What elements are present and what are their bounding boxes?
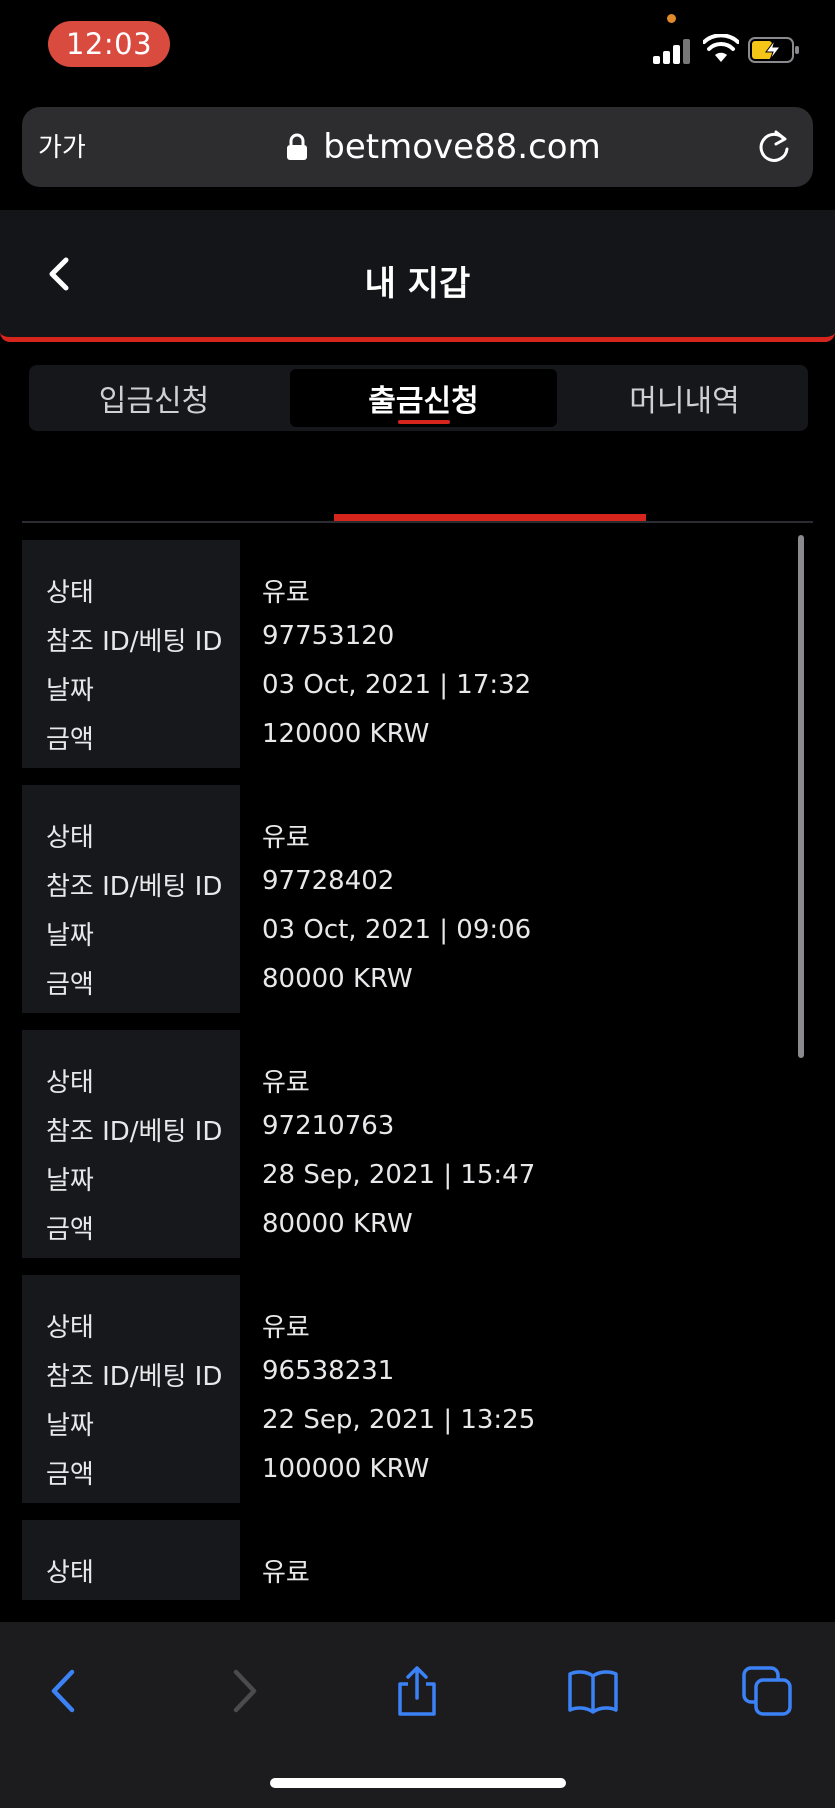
forward-arrow-icon[interactable] — [216, 1664, 270, 1718]
reference-id-label: 참조 ID/베팅 ID — [46, 1362, 223, 1392]
page-title: 내 지갑 — [364, 264, 471, 304]
tab-label: 입금신청 — [98, 384, 210, 419]
reference-id-value: 97210763 — [262, 1111, 395, 1141]
reference-id-label: 참조 ID/베팅 ID — [46, 627, 223, 657]
tab-label: 머니내역 — [629, 384, 740, 419]
text-size-button[interactable]: 가가 — [38, 127, 86, 164]
share-icon[interactable] — [390, 1664, 444, 1718]
tab-deposit[interactable]: 입금신청 — [29, 369, 279, 427]
amount-label: 금액 — [46, 970, 94, 1000]
date-label: 날짜 — [46, 1411, 94, 1441]
camera-indicator-icon — [667, 14, 676, 23]
amount-label: 금액 — [46, 725, 94, 755]
tabs-icon[interactable] — [740, 1664, 794, 1718]
amount-label: 금액 — [46, 1215, 94, 1245]
wifi-icon — [703, 34, 739, 62]
status-label: 상태 — [46, 1068, 94, 1098]
back-arrow-icon[interactable] — [38, 1664, 92, 1718]
amount-value: 80000 KRW — [262, 964, 413, 994]
status-label: 상태 — [46, 1558, 94, 1588]
reload-icon[interactable] — [754, 127, 794, 167]
section-divider — [22, 521, 813, 523]
url-text[interactable]: betmove88.com — [302, 127, 622, 167]
tab-withdraw[interactable]: 출금신청 — [290, 369, 557, 427]
status-value: 유료 — [262, 1313, 310, 1343]
status-bar: 12:03 — [0, 0, 835, 100]
amount-value: 80000 KRW — [262, 1209, 413, 1239]
date-label: 날짜 — [46, 921, 94, 951]
date-value: 03 Oct, 2021 | 09:06 — [262, 915, 532, 945]
date-value: 22 Sep, 2021 | 13:25 — [262, 1405, 536, 1435]
tab-money-history[interactable]: 머니내역 — [561, 369, 808, 427]
status-label: 상태 — [46, 578, 94, 608]
withdrawal-records[interactable]: 상태 유료 참조 ID/베팅 ID 97753120 날짜 03 Oct, 20… — [0, 540, 835, 1600]
status-time: 12:03 — [48, 21, 170, 67]
record-card: 상태 유료 참조 ID/베팅 ID 97210763 날짜 28 Sep, 20… — [22, 1030, 802, 1258]
record-card: 상태 유료 참조 ID/베팅 ID 97728402 날짜 03 Oct, 20… — [22, 785, 802, 1013]
app-header: 내 지갑 — [0, 210, 835, 342]
amount-value: 100000 KRW — [262, 1454, 430, 1484]
battery-charging-icon — [748, 37, 799, 63]
status-value: 유료 — [262, 1558, 310, 1588]
status-value: 유료 — [262, 823, 310, 853]
active-tab-indicator — [397, 420, 450, 424]
reference-id-label: 참조 ID/베팅 ID — [46, 872, 223, 902]
address-bar[interactable]: 가가 betmove88.com — [22, 107, 813, 187]
date-value: 28 Sep, 2021 | 15:47 — [262, 1160, 536, 1190]
date-label: 날짜 — [46, 676, 94, 706]
scrollbar[interactable] — [798, 535, 804, 1058]
amount-label: 금액 — [46, 1460, 94, 1490]
status-value: 유료 — [262, 578, 310, 608]
reference-id-value: 96538231 — [262, 1356, 395, 1386]
status-label: 상태 — [46, 823, 94, 853]
home-indicator — [270, 1778, 566, 1788]
reference-id-value: 97753120 — [262, 621, 395, 651]
record-card: 상태 유료 — [22, 1520, 802, 1600]
reference-id-label: 참조 ID/베팅 ID — [46, 1117, 223, 1147]
reference-id-value: 97728402 — [262, 866, 395, 896]
bookmarks-icon[interactable] — [566, 1664, 620, 1718]
record-card: 상태 유료 참조 ID/베팅 ID 96538231 날짜 22 Sep, 20… — [22, 1275, 802, 1503]
date-label: 날짜 — [46, 1166, 94, 1196]
cellular-signal-icon — [653, 36, 693, 64]
record-card: 상태 유료 참조 ID/베팅 ID 97753120 날짜 03 Oct, 20… — [22, 540, 802, 768]
tab-label: 출금신청 — [368, 384, 479, 419]
status-label: 상태 — [46, 1313, 94, 1343]
status-value: 유료 — [262, 1068, 310, 1098]
section-active-indicator — [334, 514, 646, 521]
date-value: 03 Oct, 2021 | 17:32 — [262, 670, 532, 700]
amount-value: 120000 KRW — [262, 719, 430, 749]
wallet-tabs: 입금신청 출금신청 머니내역 — [29, 365, 808, 431]
